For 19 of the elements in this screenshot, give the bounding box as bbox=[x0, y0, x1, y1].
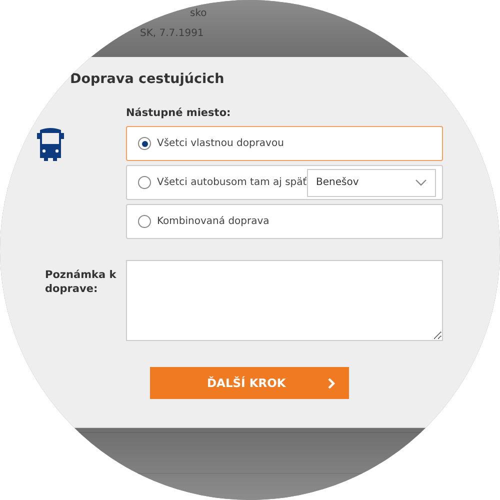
option-label: Všetci vlastnou dopravou bbox=[157, 138, 284, 149]
place-dropdown[interactable]: Benešov bbox=[307, 168, 436, 196]
radio-button[interactable] bbox=[138, 176, 151, 189]
backdrop-text: SK, 7.7.1991 bbox=[140, 27, 204, 41]
option-row[interactable]: Kombinovaná doprava bbox=[126, 204, 443, 239]
boarding-label: Nástupné miesto: bbox=[126, 107, 232, 119]
radio-button[interactable] bbox=[138, 215, 151, 228]
option-row[interactable]: Všetci vlastnou dopravou bbox=[126, 126, 443, 161]
chevron-down-icon bbox=[415, 179, 427, 186]
note-label: Poznámka k doprave: bbox=[45, 268, 117, 297]
backdrop-text: sko bbox=[190, 7, 207, 21]
dialog-title: Doprava cestujúcich bbox=[69, 71, 226, 87]
radio-button[interactable] bbox=[138, 137, 151, 150]
chevron-right-icon bbox=[328, 378, 335, 388]
bus-icon bbox=[37, 127, 64, 161]
note-field[interactable] bbox=[126, 260, 443, 341]
option-label: Kombinovaná doprava bbox=[157, 216, 270, 227]
option-label: Všetci autobusom tam aj späť bbox=[157, 177, 307, 188]
option-row[interactable]: Všetci autobusom tam aj späť Benešov bbox=[126, 165, 443, 200]
